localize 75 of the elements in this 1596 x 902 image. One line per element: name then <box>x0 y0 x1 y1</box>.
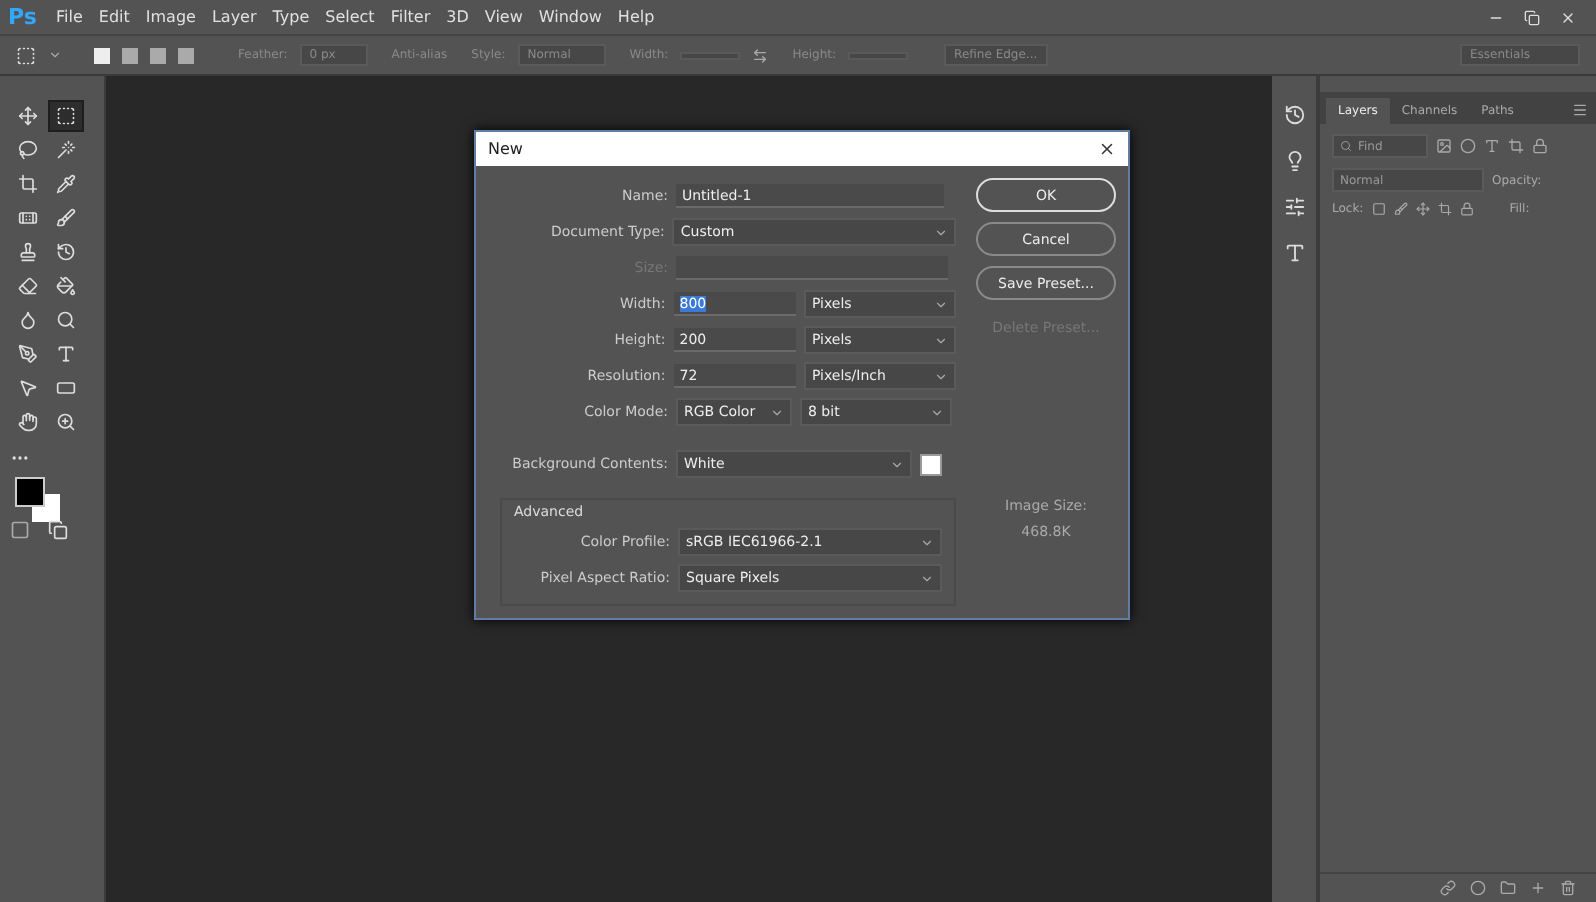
screen-mode-icon[interactable] <box>48 520 68 540</box>
chevron-icon <box>920 535 934 549</box>
crop-icon <box>18 174 38 194</box>
link-icon[interactable] <box>1440 880 1456 896</box>
chevron-icon <box>890 457 904 471</box>
dashed-rectangle-icon[interactable] <box>16 45 36 65</box>
menu-item[interactable]: File <box>48 8 91 26</box>
search-icon <box>1340 140 1352 152</box>
restore-icon[interactable] <box>1524 9 1540 25</box>
type-icon <box>56 344 76 364</box>
square-icon[interactable] <box>94 47 110 63</box>
zoom-icon <box>56 412 76 432</box>
chevron-icon <box>934 369 948 383</box>
paint-bucket-icon <box>56 276 76 296</box>
dialog-title: New <box>488 140 523 158</box>
chevron-icon[interactable] <box>48 48 62 62</box>
circle-icon[interactable] <box>1470 880 1486 896</box>
swap-icon[interactable] <box>752 47 769 63</box>
size-field[interactable] <box>676 256 948 280</box>
circle-icon[interactable] <box>1460 138 1476 154</box>
app-logo: Ps <box>8 4 39 30</box>
type-icon[interactable] <box>1283 242 1305 264</box>
menu-item[interactable]: Edit <box>90 8 138 26</box>
menu-item[interactable]: Layer <box>203 8 265 26</box>
bulb-icon[interactable] <box>1283 150 1305 172</box>
new-layer-icon[interactable] <box>1530 880 1546 896</box>
pointer-icon <box>18 378 38 398</box>
menu-item[interactable]: Select <box>317 8 383 26</box>
chevron-icon <box>920 571 934 585</box>
move-icon[interactable] <box>1415 202 1430 216</box>
menu-icon[interactable] <box>1572 102 1588 118</box>
image-icon[interactable] <box>1436 138 1452 154</box>
chevron-icon <box>930 405 944 419</box>
menu-item[interactable]: Help <box>609 8 663 26</box>
menu-item[interactable]: Window <box>530 8 610 26</box>
eyedropper-icon <box>56 174 76 194</box>
history-icon[interactable] <box>1283 104 1305 126</box>
menu-item[interactable]: Type <box>264 8 318 26</box>
bandage-icon <box>18 208 38 228</box>
chevron-icon <box>934 333 948 347</box>
color-swatch[interactable] <box>920 453 942 475</box>
chevron-icon <box>934 225 948 239</box>
color-swatches-icon[interactable] <box>10 474 66 526</box>
eraser-icon <box>18 276 38 296</box>
rectangle-icon <box>56 378 76 398</box>
lock-icon[interactable] <box>1459 202 1474 216</box>
move-icon <box>18 106 38 126</box>
menu-item[interactable]: 3D <box>438 8 477 26</box>
wand-icon <box>56 140 76 160</box>
dashed-rectangle-icon <box>56 106 76 126</box>
lock-icon[interactable] <box>1532 138 1548 154</box>
crop-icon[interactable] <box>1508 138 1524 154</box>
type-icon[interactable] <box>1484 138 1500 154</box>
trash-icon[interactable] <box>1560 880 1576 896</box>
chevron-icon <box>934 297 948 311</box>
crop-icon[interactable] <box>1437 202 1452 216</box>
square-icon[interactable] <box>150 47 166 63</box>
close-icon[interactable] <box>1098 140 1116 158</box>
tool-button[interactable] <box>48 100 84 132</box>
brush-icon[interactable] <box>1393 202 1408 216</box>
chevron-icon <box>770 405 784 419</box>
menu-item[interactable]: Image <box>137 8 204 26</box>
drop-icon <box>18 310 38 330</box>
square-icon[interactable] <box>178 47 194 63</box>
lasso-icon <box>18 140 38 160</box>
stamp-icon <box>18 242 38 262</box>
sliders-icon[interactable] <box>1283 196 1305 218</box>
square-icon[interactable] <box>1371 202 1386 216</box>
menu-item[interactable]: Filter <box>382 8 439 26</box>
folder-icon[interactable] <box>1500 880 1516 896</box>
square-icon[interactable] <box>122 47 138 63</box>
menu-item[interactable]: View <box>476 8 531 26</box>
brush-icon <box>56 208 76 228</box>
hand-icon <box>18 412 38 432</box>
pen-icon <box>18 344 38 364</box>
